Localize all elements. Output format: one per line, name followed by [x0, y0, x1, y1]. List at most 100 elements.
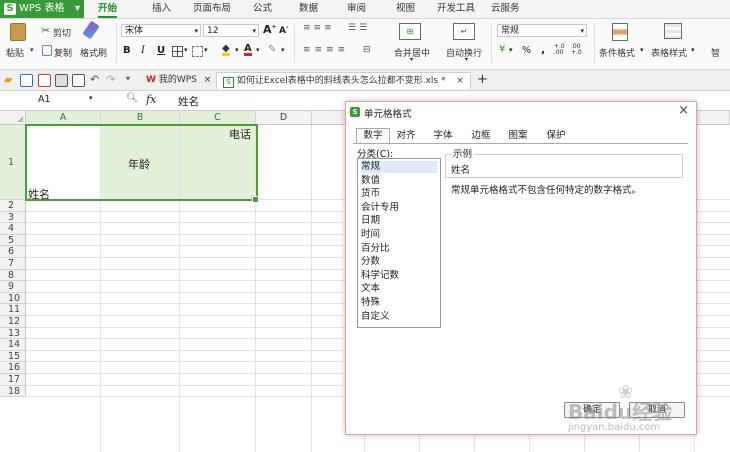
row-header-4[interactable]: 4 — [0, 223, 26, 235]
row-header-2[interactable]: 2 — [0, 200, 26, 212]
wrap-text-button[interactable]: 自动换行 — [446, 46, 482, 59]
increase-font-icon[interactable]: A+ — [263, 23, 277, 36]
menu-item-2[interactable]: 页面布局 — [193, 0, 231, 18]
menu-item-0[interactable]: 开始 — [98, 0, 118, 18]
insert-function-button[interactable]: fx — [146, 93, 156, 106]
row-header-5[interactable]: 5 — [0, 234, 26, 247]
format-painter-icon[interactable] — [82, 20, 100, 40]
row-header-3[interactable]: 3 — [0, 211, 26, 224]
chevron-down-icon[interactable]: ▾ — [281, 46, 285, 54]
category-item[interactable]: 常规 — [361, 161, 437, 173]
smart-tool-button[interactable]: 智 — [711, 46, 720, 59]
dialog-tab-2[interactable]: 字体 — [426, 129, 460, 143]
category-listbox[interactable]: 常规 数值 货币 会计专用 日期 时间 百分比 分数 科学记数 文本 特殊 自定义 — [357, 158, 441, 328]
category-item[interactable]: 日期 — [361, 215, 437, 227]
category-item[interactable]: 文本 — [361, 283, 437, 295]
print-icon[interactable] — [55, 74, 68, 87]
chevron-down-icon[interactable]: ▾ — [509, 46, 513, 54]
row-header-13[interactable]: 13 — [0, 327, 26, 340]
category-item[interactable]: 数值 — [361, 175, 437, 187]
percent-button[interactable]: % — [522, 45, 531, 56]
print-preview-icon[interactable] — [72, 74, 85, 87]
increase-decimal-button[interactable]: +.0 .00 — [554, 44, 568, 56]
font-color-icon[interactable]: A — [244, 44, 252, 56]
tab-mywps[interactable]: W 我的WPS × — [146, 72, 211, 88]
merge-center-icon[interactable]: ⊞ — [399, 23, 421, 40]
tab-close-icon[interactable]: × — [456, 76, 464, 86]
chevron-down-icon[interactable]: ▾ — [256, 46, 260, 54]
column-header-c[interactable]: C — [180, 111, 256, 125]
category-item[interactable]: 货币 — [361, 188, 437, 200]
row-header-16[interactable]: 16 — [0, 362, 26, 374]
chevron-down-icon[interactable]: ▾ — [410, 56, 413, 63]
category-item[interactable]: 科学记数 — [361, 270, 437, 282]
row-header-1[interactable]: 1 — [0, 125, 26, 200]
cell-style-icon[interactable] — [192, 46, 203, 57]
menu-item-5[interactable]: 审阅 — [347, 0, 366, 18]
menu-item-1[interactable]: 插入 — [152, 0, 171, 18]
align-top-icon[interactable]: ≡≡≡ — [303, 23, 335, 33]
menu-item-8[interactable]: 云服务 — [491, 0, 520, 18]
new-tab-button[interactable]: + — [477, 72, 488, 88]
fill-color-icon[interactable]: ◆ — [222, 44, 230, 56]
chevron-down-icon[interactable]: ▾ — [691, 46, 695, 54]
decrease-decimal-button[interactable]: .00 +.0 — [571, 44, 585, 56]
row-header-17[interactable]: 17 — [0, 374, 26, 386]
font-size-select[interactable]: 12 ▾ — [203, 24, 259, 37]
menu-item-6[interactable]: 视图 — [396, 0, 415, 18]
chevron-down-icon[interactable]: ▾ — [465, 56, 468, 63]
table-style-icon[interactable] — [664, 23, 682, 39]
row-header-18[interactable]: 18 — [0, 385, 26, 398]
category-item[interactable]: 百分比 — [361, 243, 437, 255]
wrap-text-icon[interactable]: ↵ — [453, 23, 475, 40]
zoom-search-icon[interactable]: 🔍︎ — [126, 93, 139, 104]
copy-button[interactable]: 复制 — [54, 46, 72, 59]
copy-icon[interactable] — [42, 45, 52, 56]
category-item[interactable]: 分数 — [361, 256, 437, 268]
open-folder-icon[interactable]: ▰ — [4, 73, 12, 86]
italic-button[interactable]: I — [141, 45, 145, 56]
category-item[interactable]: 自定义 — [361, 311, 437, 323]
customize-toolbar-icon[interactable]: ▾ — [126, 74, 130, 83]
row-header-9[interactable]: 9 — [0, 281, 26, 293]
decrease-font-icon[interactable]: A- — [279, 24, 288, 36]
chevron-down-icon[interactable]: ▾ — [184, 46, 188, 54]
chevron-down-icon[interactable]: ▾ — [235, 46, 239, 54]
export-pdf-icon[interactable] — [38, 74, 51, 87]
dialog-title-bar[interactable]: S 单元格格式 × — [346, 102, 696, 122]
underline-button[interactable]: U — [157, 45, 165, 56]
category-item[interactable]: 会计专用 — [361, 202, 437, 214]
dialog-tab-5[interactable]: 保护 — [539, 129, 573, 143]
tab-document[interactable]: S 如何让Excel表格中的斜线表头怎么拉都不变形.xls * × — [216, 72, 471, 89]
borders-icon[interactable] — [172, 46, 183, 57]
row-header-14[interactable]: 14 — [0, 339, 26, 351]
fill-handle[interactable] — [252, 196, 259, 203]
menu-item-4[interactable]: 数据 — [299, 0, 318, 18]
column-header-a[interactable]: A — [26, 111, 101, 125]
table-style-button[interactable]: 表格样式 — [651, 46, 687, 59]
currency-icon[interactable]: ¥ — [499, 44, 505, 55]
row-header-10[interactable]: 10 — [0, 292, 26, 305]
name-box[interactable]: A1 ▾ — [0, 93, 100, 108]
row-header-12[interactable]: 12 — [0, 316, 26, 328]
distribute-icon[interactable]: ⊟ — [363, 45, 371, 55]
formula-input[interactable]: 姓名 — [178, 94, 199, 109]
tab-close-icon[interactable]: × — [204, 75, 212, 85]
paste-icon[interactable] — [10, 23, 26, 41]
font-name-select[interactable]: 宋体 ▾ — [121, 24, 201, 37]
format-painter-button[interactable]: 格式刷 — [80, 46, 107, 59]
row-header-6[interactable]: 6 — [0, 246, 26, 258]
paste-button[interactable]: 粘贴 — [6, 46, 24, 59]
chevron-down-icon[interactable]: ▾ — [640, 46, 644, 54]
paste-dropdown-icon[interactable]: ▾ — [30, 46, 34, 54]
close-icon[interactable]: × — [678, 103, 689, 118]
number-format-select[interactable]: 常规 ▾ — [497, 24, 587, 37]
menu-item-7[interactable]: 开发工具 — [437, 0, 475, 18]
category-item[interactable]: 时间 — [361, 229, 437, 241]
cut-button[interactable]: 剪切 — [53, 26, 71, 39]
undo-icon[interactable]: ↶ — [90, 73, 99, 86]
row-header-15[interactable]: 15 — [0, 350, 26, 363]
bold-button[interactable]: B — [123, 45, 131, 56]
comma-style-button[interactable]: , — [541, 43, 545, 56]
conditional-format-icon[interactable] — [612, 23, 628, 41]
